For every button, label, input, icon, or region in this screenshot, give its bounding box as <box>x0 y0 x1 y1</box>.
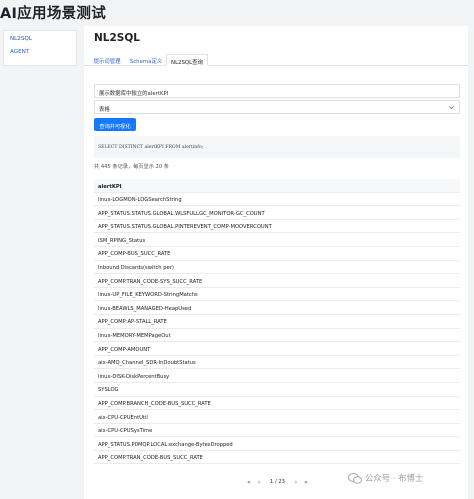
table-row: linux-DISK-DiskPercentBusy <box>94 369 460 383</box>
tab-bar: 提示词管理 Schema定义 NL2SQL查询 <box>84 54 468 66</box>
table-row: Inbound Discards(switch per) <box>94 261 460 275</box>
last-page-button[interactable]: » <box>301 479 311 486</box>
watermark-text: 公众号 · 布博士 <box>365 473 424 483</box>
table-row: ISM_RPING_Status <box>94 233 460 247</box>
table-row: APP_COMP:AP-STALL_RATE <box>94 315 460 329</box>
sidebar: NL2SQL AGENT <box>3 30 77 66</box>
record-summary: 共 445 条记录，每页显示 20 条 <box>94 164 169 170</box>
tab-nl2sql-query[interactable]: NL2SQL查询 <box>166 54 208 66</box>
chevron-down-icon <box>449 106 454 110</box>
page-indicator: 1 / 23 <box>270 479 285 485</box>
table-row: APP_COMP.TRAN_CODE-BUS_SUCC_RATE <box>94 451 460 465</box>
sidebar-item-agent[interactable]: AGENT <box>4 44 76 57</box>
display-mode-selected: 表格 <box>99 107 110 113</box>
table-row: linux-MEMORY-MEMPageOut <box>94 329 460 343</box>
tab-schema-definition[interactable]: Schema定义 <box>126 54 166 66</box>
page-title: NL2SQL <box>94 32 140 44</box>
display-mode-select[interactable]: 表格 <box>94 100 460 114</box>
watermark: 公众号 · 布博士 <box>348 472 423 484</box>
wechat-icon <box>348 472 362 484</box>
query-visualize-button[interactable]: 查询并可视化 <box>94 118 136 131</box>
table-row: APP_COMP-AMOUNT <box>94 342 460 356</box>
pagination: « ‹ 1 / 23 › » <box>244 476 311 488</box>
table-row: aix-CPU-CPUSysTime <box>94 424 460 438</box>
table-header: alertKPI <box>94 179 460 193</box>
table-row: linux-LOGMON-LOGSearchString <box>94 193 460 207</box>
table-row: aix-CPU-CPUEntUtil <box>94 410 460 424</box>
tab-prompt-management[interactable]: 提示词管理 <box>88 54 126 66</box>
table-row: aix-AMQ_Channel_SDR-InDoubtStatus <box>94 356 460 370</box>
table-row: APP_STATUS.STATUS.GLOBAL.PINTEREVENT_COM… <box>94 220 460 234</box>
generated-sql: SELECT DISTINCT alertKPI FROM alertinfo; <box>94 136 460 158</box>
next-page-button[interactable]: › <box>291 479 301 486</box>
sidebar-item-nl2sql[interactable]: NL2SQL <box>4 31 76 44</box>
query-input[interactable]: 展示数据库中独立的alertKPI <box>94 84 460 98</box>
table-row: APP_STATUS.P0MQP.LOCAL:exchange-BytesDro… <box>94 437 460 451</box>
results-table: alertKPI linux-LOGMON-LOGSearchString AP… <box>94 179 460 465</box>
table-row: APP_STATUS.STATUS.GLOBAL.WLSFULLGC_MONIT… <box>94 206 460 220</box>
first-page-button[interactable]: « <box>244 479 254 486</box>
table-row: APP_COMP.BRANCH_CODE-BUS_SUCC_RATE <box>94 397 460 411</box>
table-row: APP_COMP-BUS_SUCC_RATE <box>94 247 460 261</box>
app-title: AI应用场景测试 <box>0 6 107 22</box>
table-row: linux-BEAWLS_MANAGED-HeapUsed <box>94 301 460 315</box>
table-row: linux-UP_FILE_KEYWORD-StringMatchs <box>94 288 460 302</box>
table-row: APP_COMP.TRAN_CODE-SYS_SUCC_RATE <box>94 274 460 288</box>
prev-page-button[interactable]: ‹ <box>254 479 264 486</box>
table-row: SYSLOG <box>94 383 460 397</box>
